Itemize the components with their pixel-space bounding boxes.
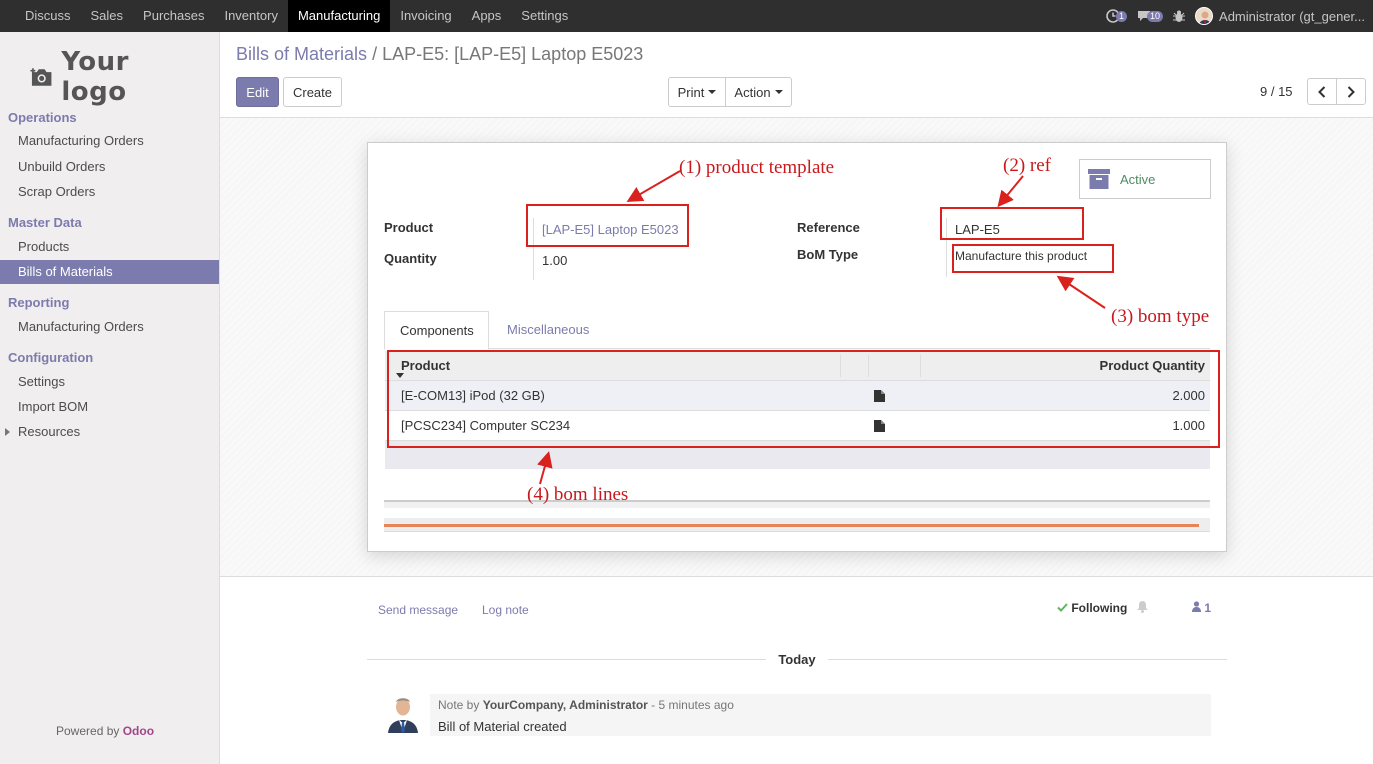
following-button[interactable]: Following	[1057, 601, 1127, 615]
annotation-arrows	[537, 170, 1106, 485]
followers-count: 1	[1204, 601, 1212, 615]
day-label: Today	[766, 652, 828, 667]
author-avatar[interactable]	[386, 695, 420, 733]
note-author[interactable]: YourCompany, Administrator	[483, 698, 648, 712]
message-header: Note by YourCompany, Administrator - 5 m…	[438, 698, 734, 712]
user-icon	[1192, 601, 1201, 612]
following-label: Following	[1071, 601, 1128, 615]
send-message-button[interactable]: Send message	[378, 603, 458, 617]
bell-icon[interactable]	[1137, 601, 1148, 613]
check-icon	[1057, 603, 1068, 612]
log-note-button[interactable]: Log note	[482, 603, 529, 617]
followers-button[interactable]: 1	[1192, 601, 1211, 615]
note-prefix: Note by	[438, 698, 480, 712]
note-time: - 5 minutes ago	[651, 698, 734, 712]
note-body: Bill of Material created	[438, 719, 567, 734]
message-bubble: Note by YourCompany, Administrator - 5 m…	[430, 694, 1211, 736]
